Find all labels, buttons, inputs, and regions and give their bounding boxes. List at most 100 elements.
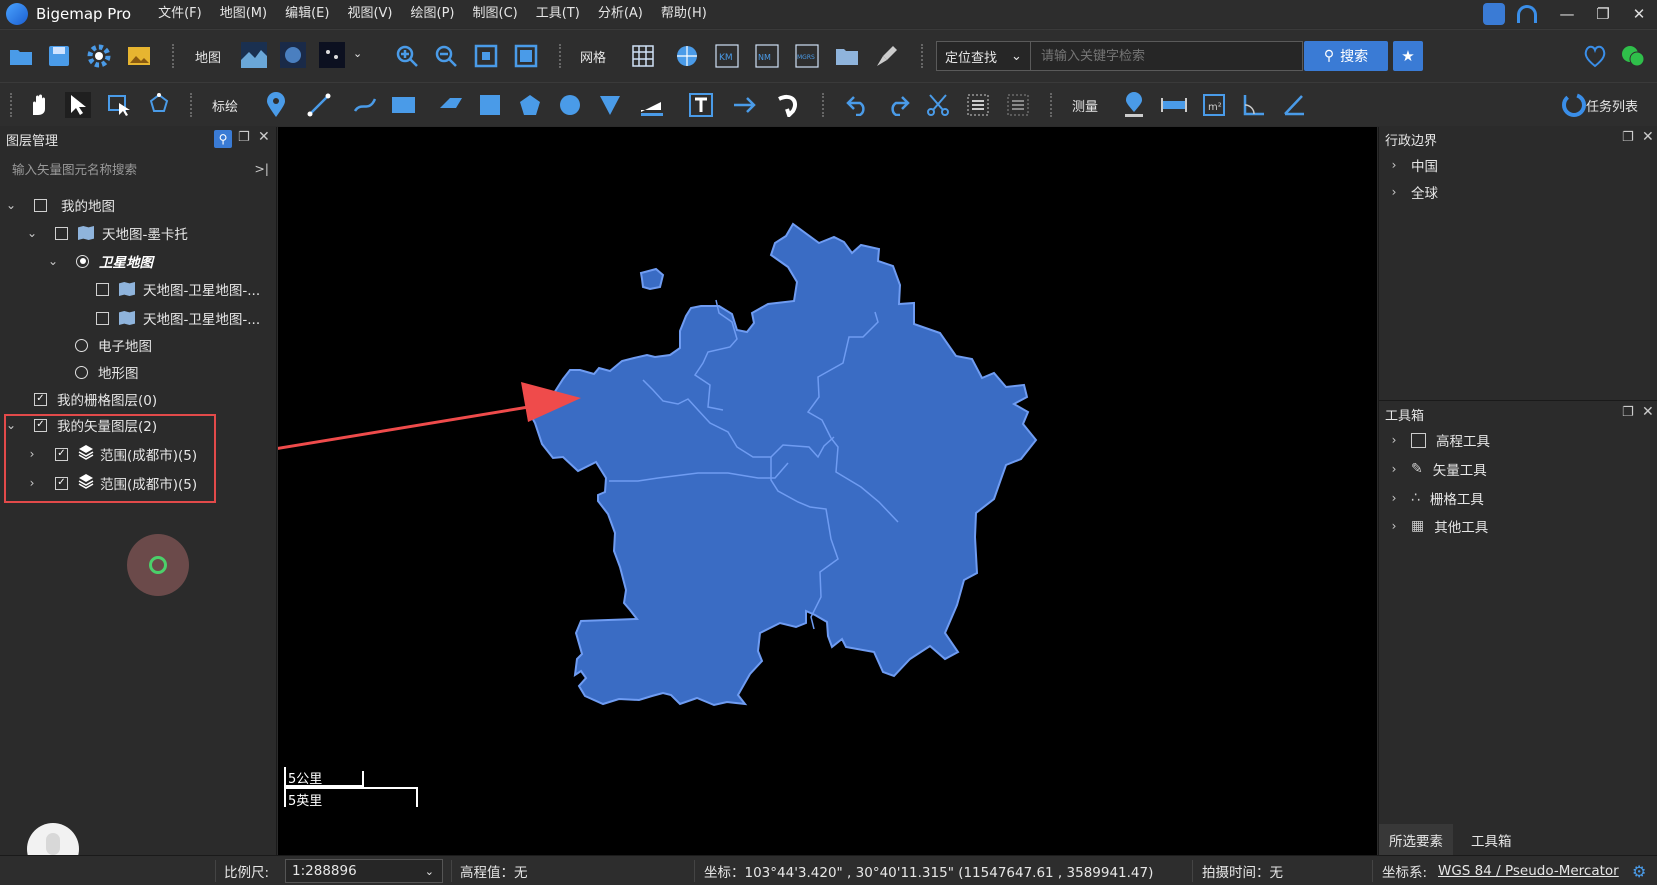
headset-icon[interactable]	[1517, 5, 1537, 23]
menu-map[interactable]: 地图(M)	[211, 0, 276, 28]
settings-gear-icon[interactable]	[86, 43, 112, 69]
sector-icon[interactable]	[597, 92, 623, 118]
cut-scissors-icon[interactable]	[925, 92, 951, 118]
chevron-down-icon[interactable]: ⌄	[4, 418, 18, 432]
map-label[interactable]: 地图	[195, 47, 221, 66]
chevron-right-icon[interactable]: ›	[1387, 158, 1401, 172]
close-button[interactable]: ✕	[1621, 5, 1657, 23]
menu-help[interactable]: 帮助(H)	[652, 0, 716, 28]
chevron-down-icon[interactable]: ⌄	[4, 198, 18, 212]
rectangle-icon[interactable]	[391, 92, 417, 118]
pan-hand-icon[interactable]	[26, 92, 52, 118]
save-icon[interactable]	[46, 43, 72, 69]
vertex-edit-icon[interactable]	[146, 92, 172, 118]
layer-search-input[interactable]: 输入矢量图元名称搜索 >|	[0, 155, 277, 181]
crs-link[interactable]: WGS 84 / Pseudo-Mercator	[1438, 856, 1619, 885]
menu-file[interactable]: 文件(F)	[149, 0, 211, 28]
checkbox[interactable]	[96, 282, 109, 296]
search-icon[interactable]: ⚲	[214, 130, 232, 148]
measure-area-icon[interactable]: m²	[1201, 92, 1227, 118]
mgrs-grid-icon[interactable]: MGRS	[794, 43, 820, 69]
menu-view[interactable]: 视图(V)	[338, 0, 401, 28]
radio-selected[interactable]	[76, 254, 89, 268]
chevron-right-icon[interactable]: ›	[1387, 462, 1401, 476]
search-type-select[interactable]: 定位查找 ⌄	[937, 42, 1031, 70]
nm-grid-icon[interactable]: NM	[754, 43, 780, 69]
chevron-right-icon[interactable]: ›	[25, 447, 39, 461]
tool-raster[interactable]: › ∴ 栅格工具	[1387, 486, 1484, 510]
float-panel-icon[interactable]: ❐	[238, 130, 250, 145]
select-arrow-icon[interactable]	[65, 92, 91, 118]
undo-icon[interactable]	[845, 92, 871, 118]
text-label-icon[interactable]	[688, 92, 714, 118]
square-icon[interactable]	[477, 92, 503, 118]
tab-selected-features[interactable]: 所选要素	[1379, 824, 1453, 855]
radio-unselected[interactable]	[75, 338, 88, 352]
tree-node-satellite-sublayer[interactable]: 天地图-卫星地图-...	[96, 307, 260, 329]
tree-node-terrain-map[interactable]: 地形图	[75, 361, 139, 383]
polygon-icon[interactable]	[438, 92, 464, 118]
checkbox-checked[interactable]: ✓	[34, 392, 47, 406]
hook-icon[interactable]	[776, 92, 802, 118]
minimize-button[interactable]: —	[1549, 5, 1585, 23]
task-list-button[interactable]: 任务列表	[1586, 96, 1638, 115]
terrain-map-icon[interactable]	[280, 42, 306, 68]
float-panel-icon[interactable]: ❐	[1622, 130, 1634, 145]
tree-node-raster-layers[interactable]: ✓ 我的栅格图层(0)	[34, 388, 157, 410]
pentagon-icon[interactable]	[517, 92, 543, 118]
checkbox-checked[interactable]: ✓	[34, 418, 47, 432]
tree-node-vector-layers[interactable]: ⌄ ✓ 我的矢量图层(2)	[4, 414, 157, 436]
brush-icon[interactable]	[874, 43, 900, 69]
box-select-icon[interactable]	[106, 92, 132, 118]
menu-cartography[interactable]: 制图(C)	[464, 0, 527, 28]
menu-tools[interactable]: 工具(T)	[527, 0, 589, 28]
admin-item-china[interactable]: › 中国	[1387, 153, 1438, 177]
redo-icon[interactable]	[885, 92, 911, 118]
zoom-out-icon[interactable]	[433, 43, 459, 69]
restore-button[interactable]: ❐	[1585, 5, 1621, 23]
checkbox[interactable]	[96, 311, 109, 325]
list-deselect-icon[interactable]	[1005, 92, 1031, 118]
tree-node-my-map[interactable]: ⌄ 我的地图	[4, 194, 115, 216]
list-select-icon[interactable]	[965, 92, 991, 118]
grid-icon[interactable]	[630, 43, 656, 69]
folder-icon[interactable]	[834, 43, 860, 69]
chengdu-region-layer[interactable]	[528, 222, 1038, 707]
chevron-right-icon[interactable]: ›	[25, 476, 39, 490]
globe-grid-icon[interactable]	[674, 43, 700, 69]
admin-item-global[interactable]: › 全球	[1387, 180, 1438, 204]
checkbox[interactable]	[34, 198, 47, 212]
zoom-extent-icon[interactable]	[473, 43, 499, 69]
close-icon[interactable]: ✕	[1642, 129, 1654, 145]
chevron-right-icon[interactable]: ›	[1387, 519, 1401, 533]
chevron-right-icon[interactable]: ›	[1387, 433, 1401, 447]
measure-line-icon[interactable]	[639, 92, 665, 118]
satellite-map-icon[interactable]	[241, 42, 267, 68]
favorite-star-button[interactable]: ★	[1393, 41, 1423, 71]
close-icon[interactable]: ✕	[1642, 404, 1654, 420]
tool-elevation[interactable]: › 高程工具	[1387, 428, 1490, 452]
menu-analysis[interactable]: 分析(A)	[589, 0, 652, 28]
arrow-right-icon[interactable]	[732, 92, 758, 118]
checkbox[interactable]	[55, 226, 68, 240]
menu-edit[interactable]: 编辑(E)	[276, 0, 338, 28]
point-marker-icon[interactable]	[263, 92, 289, 118]
heart-link-icon[interactable]	[1582, 43, 1608, 69]
collapse-panel-icon[interactable]: >|	[254, 161, 269, 176]
radio-unselected[interactable]	[75, 365, 88, 379]
search-input[interactable]	[1031, 42, 1302, 70]
km-grid-icon[interactable]: KM	[714, 43, 740, 69]
tree-node-satellite-map[interactable]: ⌄ 卫星地图	[46, 250, 153, 272]
search-button[interactable]: ⚲ 搜索	[1304, 41, 1388, 71]
map-canvas[interactable]: 5公里 5英里	[278, 127, 1377, 855]
menu-draw[interactable]: 绘图(P)	[402, 0, 464, 28]
image-icon[interactable]	[126, 43, 152, 69]
measure-label[interactable]: 测量	[1072, 96, 1098, 115]
tree-node-electronic-map[interactable]: 电子地图	[75, 334, 152, 356]
checkbox-checked[interactable]: ✓	[55, 447, 68, 461]
message-icon[interactable]	[1483, 3, 1505, 25]
mark-label[interactable]: 标绘	[212, 96, 238, 115]
tree-node-chengdu-range[interactable]: › ✓ 范围(成都市)(5)	[25, 472, 197, 494]
chevron-down-icon[interactable]: ⌄	[25, 226, 39, 240]
chevron-right-icon[interactable]: ›	[1387, 491, 1401, 505]
